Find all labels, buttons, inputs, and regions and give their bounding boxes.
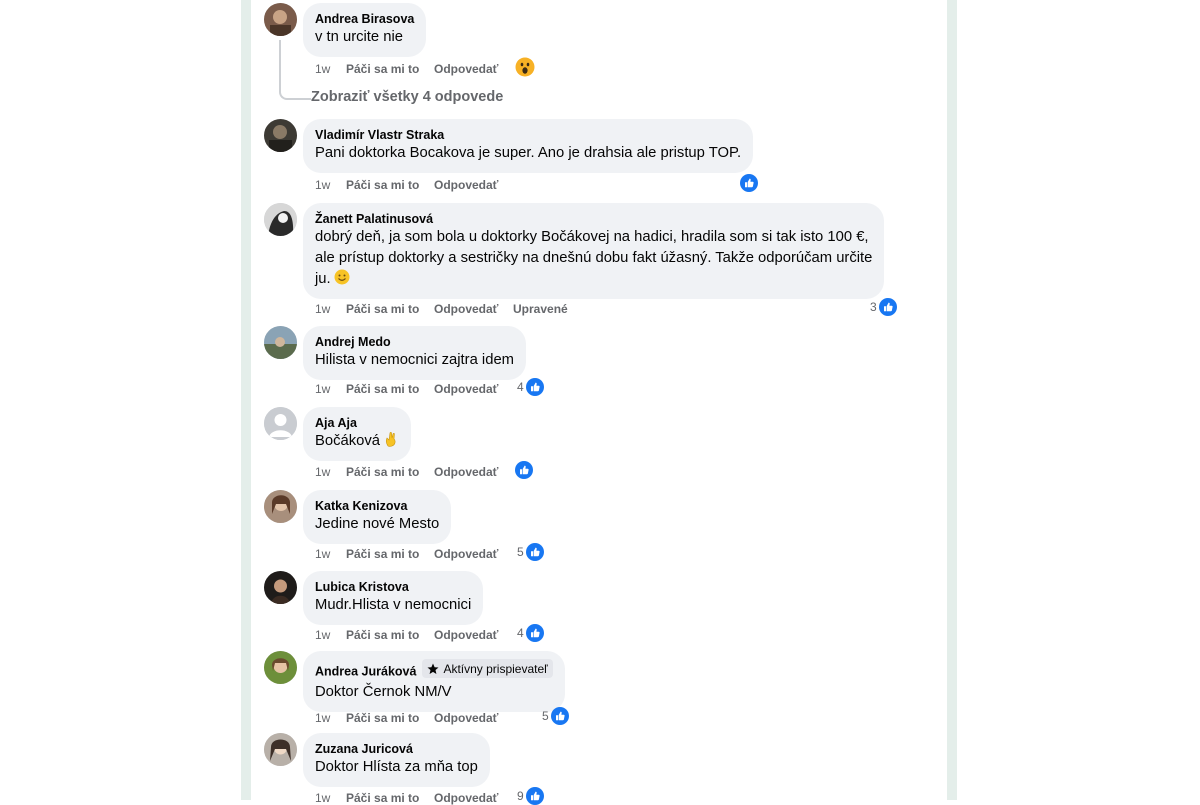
wow-icon [515, 57, 535, 77]
reaction-summary[interactable]: 3 [870, 298, 897, 316]
ok-hand-emoji-icon [386, 431, 396, 447]
comment-author[interactable]: Katka Kenizova [315, 498, 439, 514]
avatar[interactable] [264, 203, 297, 236]
comment-text: Bočáková [315, 431, 399, 452]
comment-text-line: ale prístup doktorky a sestričky na dneš… [315, 250, 873, 266]
like-icon [550, 707, 569, 725]
comment-author[interactable]: Zuzana Juricová [315, 741, 478, 757]
like-button[interactable]: Páči sa mi to [346, 465, 419, 479]
comment-bubble: Aja Aja Bočáková [303, 407, 411, 461]
comment-author[interactable]: Vladimír Vlastr Straka [315, 127, 741, 143]
top-contributor-badge[interactable]: Aktívny prispievateľ [422, 659, 553, 678]
comment-time[interactable]: 1w [315, 791, 330, 805]
comment-text-line: dobrý deň, ja som bola u doktorky Bočáko… [315, 229, 869, 245]
like-button[interactable]: Páči sa mi to [346, 382, 419, 396]
comment-text: Pani doktorka Bocakova je super. Ano je … [315, 145, 742, 161]
comment-bubble: Zuzana Juricová Doktor Hlísta za mňa top [303, 733, 490, 787]
avatar[interactable] [264, 407, 297, 440]
comment-text-line: ju. [315, 269, 872, 290]
like-icon [525, 543, 544, 561]
like-icon [525, 378, 544, 396]
reply-button[interactable]: Odpovedať [434, 178, 498, 192]
badge-label: Aktívny prispievateľ [443, 661, 548, 676]
comment-text: Hilista v nemocnici zajtra idem [315, 352, 514, 368]
like-button[interactable]: Páči sa mi to [346, 628, 419, 642]
comment-bubble: Lubica Kristova Mudr.Hlista v nemocnici [303, 571, 484, 625]
comment-bubble: Andrej Medo Hilista v nemocnici zajtra i… [303, 326, 526, 380]
comment-time[interactable]: 1w [315, 382, 330, 396]
like-icon [878, 298, 897, 316]
avatar[interactable] [264, 490, 297, 523]
reaction-count: 5 [517, 545, 524, 559]
comment-time[interactable]: 1w [315, 178, 330, 192]
reply-button[interactable]: Odpovedať [434, 62, 498, 76]
reply-button[interactable]: Odpovedať [434, 547, 498, 561]
reply-button[interactable]: Odpovedať [434, 302, 498, 316]
comment-text: Jedine nové Mesto [315, 516, 440, 532]
reaction-summary[interactable]: 4 [517, 378, 544, 396]
comment-text: Doktor Hlísta za mňa top [315, 759, 478, 775]
reaction-count: 4 [517, 626, 524, 640]
comment-bubble: Vladimír Vlastr Straka Pani doktorka Boc… [303, 119, 754, 173]
like-button[interactable]: Páči sa mi to [346, 302, 419, 316]
comment-author[interactable]: Andrej Medo [315, 334, 514, 350]
comment-author-name[interactable]: Andrea Juráková [315, 665, 416, 679]
comment-text-fragment: Bočáková [315, 433, 380, 449]
reply-button[interactable]: Odpovedať [434, 628, 498, 642]
reaction-summary[interactable]: 9 [517, 787, 544, 805]
comment-time[interactable]: 1w [315, 465, 330, 479]
like-button[interactable]: Páči sa mi to [346, 547, 419, 561]
comment-text-fragment: ju. [315, 271, 331, 287]
reply-button[interactable]: Odpovedať [434, 791, 498, 805]
reply-button[interactable]: Odpovedať [434, 382, 498, 396]
avatar[interactable] [264, 3, 297, 36]
show-all-replies-link[interactable]: Zobraziť všetky 4 odpovede [311, 89, 503, 105]
reaction-summary[interactable]: 5 [517, 543, 544, 561]
comment-bubble: Žanett Palatinusová dobrý deň, ja som bo… [303, 203, 885, 299]
comment-time[interactable]: 1w [315, 302, 330, 316]
like-icon [515, 461, 533, 479]
comment-bubble: Andrea Juráková Aktívny prispievateľ Dokt… [303, 651, 565, 712]
comment-bubble: Katka Kenizova Jedine nové Mesto [303, 490, 452, 544]
reaction-count: 5 [542, 709, 549, 723]
reply-button[interactable]: Odpovedať [434, 465, 498, 479]
comment-author[interactable]: Andrea Birasova [315, 11, 414, 27]
like-icon [525, 787, 544, 805]
avatar[interactable] [264, 119, 297, 152]
reaction-count: 4 [517, 380, 524, 394]
like-button[interactable]: Páči sa mi to [346, 62, 419, 76]
reaction-summary[interactable] [740, 174, 758, 192]
like-icon [525, 624, 544, 642]
avatar[interactable] [264, 651, 297, 684]
comment-author[interactable]: Lubica Kristova [315, 579, 471, 595]
edited-label[interactable]: Upravené [513, 302, 568, 316]
comment-text: Doktor Černok NM/V [315, 683, 452, 700]
avatar[interactable] [264, 571, 297, 604]
reaction-summary[interactable]: 4 [517, 624, 544, 642]
like-button[interactable]: Páči sa mi to [346, 711, 419, 725]
comment-time[interactable]: 1w [315, 62, 330, 76]
like-icon [740, 174, 758, 192]
reaction-count: 9 [517, 789, 524, 803]
comment-author: Andrea Juráková Aktívny prispievateľ [315, 659, 553, 680]
reaction-summary[interactable] [515, 461, 533, 479]
avatar[interactable] [264, 326, 297, 359]
comment-time[interactable]: 1w [315, 628, 330, 642]
comment-time[interactable]: 1w [315, 711, 330, 725]
like-button[interactable]: Páči sa mi to [346, 178, 419, 192]
reply-button[interactable]: Odpovedať [434, 711, 498, 725]
comment-author[interactable]: Žanett Palatinusová [315, 211, 872, 227]
comment-author[interactable]: Aja Aja [315, 415, 399, 431]
star-icon [427, 663, 439, 674]
reaction-summary[interactable]: 5 [542, 707, 569, 725]
reaction-summary[interactable] [515, 57, 535, 77]
reaction-count: 3 [870, 300, 877, 314]
like-button[interactable]: Páči sa mi to [346, 791, 419, 805]
avatar[interactable] [264, 733, 297, 766]
smile-emoji-icon [334, 269, 350, 285]
comment-text: Mudr.Hlista v nemocnici [315, 597, 472, 613]
comment-text: v tn urcite nie [315, 29, 404, 45]
comment-time[interactable]: 1w [315, 547, 330, 561]
comment-bubble: Andrea Birasova v tn urcite nie [303, 3, 427, 57]
